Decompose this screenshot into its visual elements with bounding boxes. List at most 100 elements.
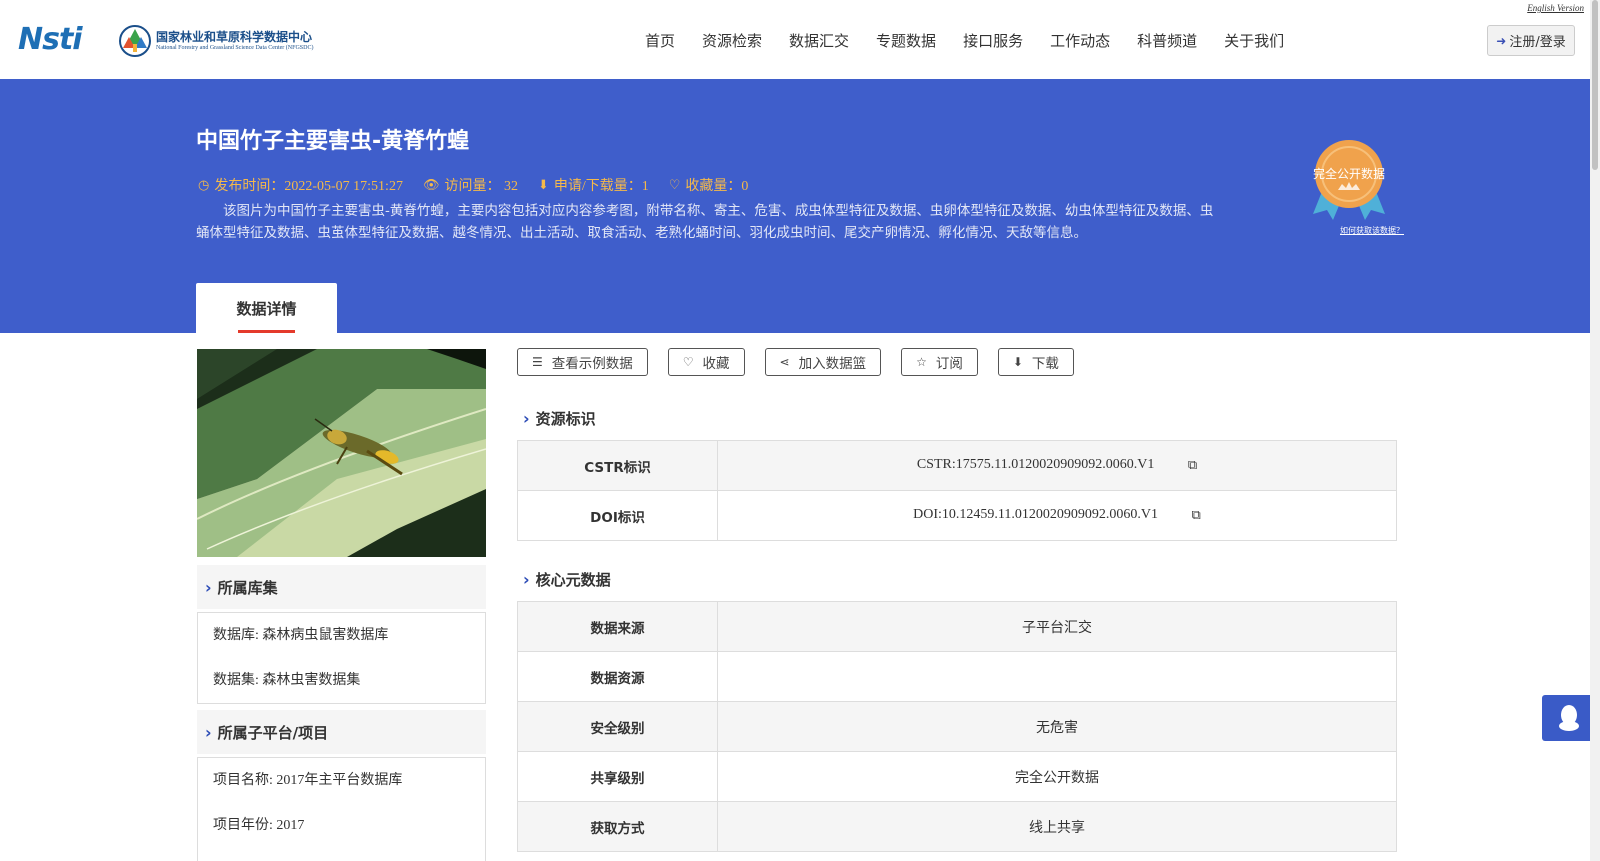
grasshopper-photo [197,349,486,557]
tab-data-details[interactable]: 数据详情 [196,283,337,333]
main-nav: 首页 资源检索 数据汇交 专题数据 接口服务 工作动态 科普频道 关于我们 [645,30,1311,51]
nfgsdc-emblem-icon [119,25,151,57]
subscribe-button[interactable]: ☆ 订阅 [901,348,978,376]
visit-count-text: 访问量： 32 [444,179,518,194]
section-resource-id-title: 资源标识 [535,410,596,428]
nsti-logo[interactable]: Nsti [18,22,98,57]
logo-en-name: National Forestry and Grassland Science … [156,44,314,51]
resource-id-table: CSTR标识 CSTR:17575.11.0120020909092.0060.… [517,440,1397,541]
doi-value: DOI:10.12459.11.0120020909092.0060.V1 [913,507,1159,523]
scrollbar-thumb[interactable] [1592,0,1598,170]
qq-icon [1559,705,1579,731]
nav-item-science-channel[interactable]: 科普频道 [1137,30,1197,51]
badge-text: 完全公开数据 [1313,166,1385,181]
metadata-value: 完全公开数据 [717,751,1397,802]
publish-time: ◷ 发布时间：2022-05-07 17:51:27 [198,175,403,195]
eye-icon: 👁 [422,177,440,192]
section-project: › 所属子平台/项目 [197,710,486,754]
metadata-key: 数据资源 [517,651,718,702]
section-project-title: 所属子平台/项目 [217,723,329,742]
chevron-right-icon: › [523,570,530,589]
add-to-basket-label: 加入数据篮 [798,356,867,372]
metadata-key: 安全级别 [517,701,718,752]
metadata-value: 无危害 [717,701,1397,752]
metadata-value: 子平台汇交 [717,601,1397,652]
download-count: ⬇ 申请/下载量：1 [538,175,649,195]
page-scrollbar[interactable] [1590,0,1600,861]
database-icon: ☰ [532,355,543,369]
share-icon: ⋖ [779,355,790,369]
chevron-right-icon: › [205,577,212,597]
dataset-line[interactable]: 数据集: 森林虫害数据集 [198,658,485,703]
download-label: 下载 [1031,356,1059,372]
nav-item-thematic-data[interactable]: 专题数据 [876,30,936,51]
english-version-link[interactable]: English Version [1527,3,1584,13]
metadata-key: 获取方式 [517,801,718,852]
nav-item-data-submission[interactable]: 数据汇交 [789,30,849,51]
section-core-metadata: › 核心元数据 [523,569,611,590]
copy-icon[interactable]: ⧉ [1188,457,1197,473]
download-button[interactable]: ⬇ 下载 [997,348,1074,376]
nav-item-resource-search[interactable]: 资源检索 [702,30,762,51]
nav-item-home[interactable]: 首页 [645,30,675,51]
core-metadata-table: 数据来源 子平台汇交 数据资源 安全级别 无危害 共享级别 完全公开数据 获取方… [517,601,1397,852]
project-info: 项目名称: 2017年主平台数据库 项目年份: 2017 [197,757,486,861]
nav-item-news[interactable]: 工作动态 [1050,30,1110,51]
qq-contact-button[interactable] [1542,695,1596,741]
table-row: CSTR标识 CSTR:17575.11.0120020909092.0060.… [517,440,1397,491]
chevron-right-icon: › [523,409,530,428]
dataset-image [197,349,486,557]
table-row: 共享级别 完全公开数据 [517,751,1397,802]
table-row: 获取方式 线上共享 [517,801,1397,852]
favorite-count: ♡ 收藏量：0 [669,175,749,195]
logo-cn-name: 国家林业和草原科学数据中心 [156,29,313,44]
visit-count: 👁 访问量： 32 [423,175,518,195]
metadata-key: 数据来源 [517,601,718,652]
section-core-metadata-title: 核心元数据 [535,571,611,589]
table-row: 数据来源 子平台汇交 [517,601,1397,652]
page: Nsti 国家林业和草原科学数据中心 National Forestry and… [0,0,1600,861]
download-icon: ⬇ [537,177,549,192]
tab-active-indicator [238,330,295,333]
database-line[interactable]: 数据库: 森林病虫鼠害数据库 [198,613,485,658]
nav-item-about-us[interactable]: 关于我们 [1224,30,1284,51]
clock-icon: ◷ [198,177,210,192]
heart-icon: ♡ [668,177,681,192]
dataset-banner: 中国竹子主要害虫-黄脊竹蝗 ◷ 发布时间：2022-05-07 17:51:27… [0,79,1590,333]
add-to-basket-button[interactable]: ⋖ 加入数据篮 [764,348,882,376]
cstr-value-cell: CSTR:17575.11.0120020909092.0060.V1 ⧉ [717,440,1397,491]
login-button[interactable]: ➜ 注册/登录 [1487,25,1575,56]
doi-value-cell: DOI:10.12459.11.0120020909092.0060.V1 ⧉ [717,490,1397,541]
publish-time-text: 发布时间：2022-05-07 17:51:27 [214,179,403,194]
page-title: 中国竹子主要害虫-黄脊竹蝗 [196,129,470,154]
metadata-key: 共享级别 [517,751,718,802]
star-icon: ☆ [916,355,927,369]
dataset-stats: ◷ 发布时间：2022-05-07 17:51:27 👁 访问量： 32 ⬇ 申… [198,175,768,195]
download-count-text: 申请/下载量：1 [553,179,649,194]
metadata-value [717,651,1397,702]
download-icon: ⬇ [1012,355,1023,369]
cstr-value: CSTR:17575.11.0120020909092.0060.V1 [916,457,1155,473]
action-bar: ☰ 查看示例数据 ♡ 收藏 ⋖ 加入数据篮 ☆ 订阅 ⬇ 下载 [517,348,1094,376]
heart-icon: ♡ [682,355,694,369]
cstr-key: CSTR标识 [517,440,718,491]
view-sample-label: 查看示例数据 [551,356,633,372]
site-header: Nsti 国家林业和草原科学数据中心 National Forestry and… [0,0,1590,79]
project-year-line: 项目年份: 2017 [213,818,305,833]
doi-key: DOI标识 [517,490,718,541]
how-to-get-data-link[interactable]: 如何获取该数据？ [1340,225,1404,236]
favorite-label: 收藏 [702,356,730,372]
copy-icon[interactable]: ⧉ [1192,507,1201,523]
metadata-value: 线上共享 [717,801,1397,852]
sign-in-icon: ➜ [1496,33,1507,48]
table-row: 数据资源 [517,651,1397,702]
library-info: 数据库: 森林病虫鼠害数据库 数据集: 森林虫害数据集 [197,612,486,704]
nav-item-api-service[interactable]: 接口服务 [963,30,1023,51]
view-sample-button[interactable]: ☰ 查看示例数据 [517,348,648,376]
table-row: 安全级别 无危害 [517,701,1397,752]
nsti-logo-text: Nsti [18,22,83,57]
subscribe-label: 订阅 [935,356,963,372]
favorite-button[interactable]: ♡ 收藏 [667,348,745,376]
favorite-count-text: 收藏量：0 [685,179,749,194]
nfgsdc-logo[interactable]: 国家林业和草原科学数据中心 National Forestry and Gras… [118,22,313,60]
